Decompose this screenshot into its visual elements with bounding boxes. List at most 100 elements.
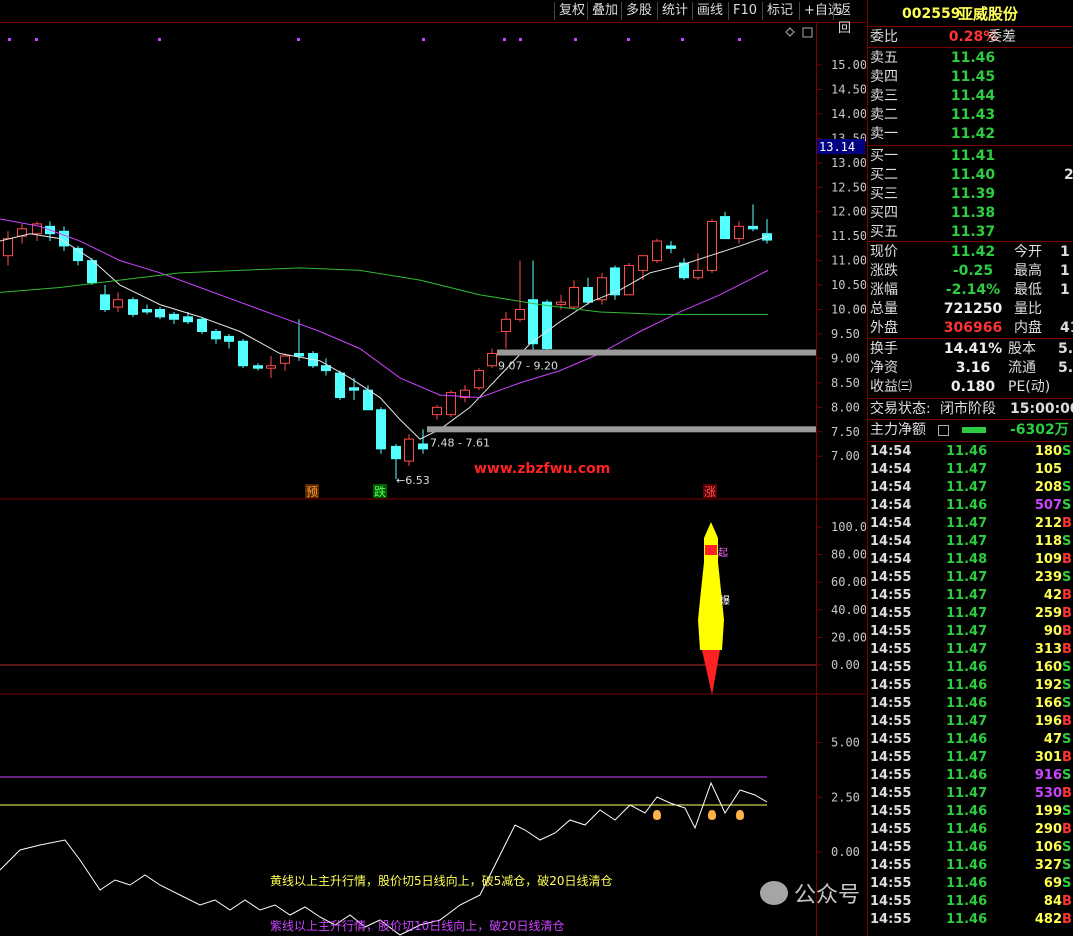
ask-row-3: 卖二 11.43 [870, 107, 996, 123]
signal-dot [574, 38, 577, 41]
toolbar-button-5[interactable]: F10 [728, 2, 761, 20]
rocket-label-qi: 起 [718, 547, 728, 559]
net-flow-row: 主力净额 -6302万 [870, 422, 1069, 438]
candle-body [542, 301, 552, 350]
candle-body [720, 216, 730, 240]
signal-dot [8, 38, 11, 41]
candle-body [294, 353, 304, 357]
toolbar-button-8[interactable]: 返回 [833, 2, 866, 36]
candle-body [183, 316, 193, 323]
price-tick-label: 8.00 [831, 400, 860, 414]
trade-row: 14:54 11.46 507 S [870, 498, 1072, 513]
candle-body [280, 355, 290, 364]
price-tick-label: 10.50 [831, 278, 866, 292]
signal-dot [519, 38, 522, 41]
net-flow-bar [962, 427, 986, 433]
stock-terminal: 复权 叠加 多股 统计 画线 F10 标记 +自选 返回 15.00 14.50 14.00 13.5… [0, 0, 1073, 936]
stat-row-1: 涨跌 -0.25 最高 1 [870, 263, 1070, 279]
ind1-tick-label: 0.00 [831, 658, 860, 672]
candle-body [197, 318, 207, 333]
candle-body [391, 445, 401, 460]
ind1-tick-label: 60.00 [831, 575, 866, 589]
price-tick-label: 10.00 [831, 303, 866, 317]
trade-row: 14:55 11.47 196 B [870, 714, 1072, 729]
diamond-icon[interactable] [785, 27, 795, 37]
bid-row-3: 买四 11.38 [870, 205, 996, 221]
range-label-1: 7.48 - 7.61 [430, 436, 490, 449]
toolbar-button-4[interactable]: 画线 [692, 2, 727, 20]
candle-body [224, 335, 234, 342]
rocket-indicator[interactable]: 100.0 80.00 60.00 40.00 20.00 0.00 起爆 [0, 500, 866, 695]
candle-body [113, 299, 123, 308]
panel-toggle-icon[interactable] [802, 27, 813, 38]
stat-row-4: 外盘306966内盘414 [870, 320, 1073, 336]
bid-row-1: 买二 11.40 2 [870, 167, 1073, 183]
candle-body [128, 299, 138, 315]
ma5-line [0, 233, 769, 440]
kline-chart[interactable]: 15.0014.5014.0013.5013.0012.5012.0011.50… [0, 22, 866, 500]
toolbar-button-6[interactable]: 标记 [762, 2, 797, 20]
toolbar-button-2[interactable]: 多股 [621, 2, 656, 20]
low-label: ←6.53 [396, 474, 430, 487]
trade-row: 14:55 11.46 47 S [870, 732, 1072, 747]
hand-icon [708, 810, 716, 820]
bid-row-4: 买五 11.37 [870, 224, 996, 240]
price-tick-label: 7.50 [831, 425, 860, 439]
price-tick-label: 8.50 [831, 376, 860, 390]
trend-indicator[interactable]: 10.007.505.002.500.00 [0, 695, 866, 936]
price-tick-label: 15.00 [831, 58, 866, 72]
trade-row: 14:55 11.46 69 S [870, 876, 1072, 891]
trade-row: 14:55 11.47 90 B [870, 624, 1072, 639]
candle-body [666, 245, 676, 249]
candle-body [569, 286, 579, 308]
price-tick-label: 12.00 [831, 205, 866, 219]
stat-row-3: 总量 721250 量比 [870, 301, 1042, 317]
candle-body [253, 365, 263, 369]
candle-body [266, 365, 276, 369]
signal-dot [422, 38, 425, 41]
stat-row-0: 现价 11.42 今开 1 [870, 244, 1070, 260]
doc-icon [938, 425, 949, 436]
candle-body [556, 301, 566, 306]
trade-row: 14:54 11.47 105 [870, 462, 1062, 477]
trade-row: 14:54 11.47 208 S [870, 480, 1072, 495]
candle-body [638, 255, 648, 271]
toolbar-button-0[interactable]: 复权 [554, 2, 589, 20]
toolbar-button-3[interactable]: 统计 [657, 2, 692, 20]
stat2-row-2: 收益㈢ 0.180 PE(动) [870, 379, 1051, 395]
candle-body [624, 264, 634, 296]
toolbar-button-1[interactable]: 叠加 [587, 2, 622, 20]
trade-row: 14:55 11.46 84 B [870, 894, 1072, 909]
rocket-label-bao: 爆 [720, 595, 730, 607]
price-tick-label: 14.00 [831, 107, 866, 121]
quote-panel: 002559 亚威股份 委比 0.28% 委差 卖五 11.46 卖四 11.45 卖三… [867, 0, 1073, 936]
stat2-row-0: 换手14.41%股本5.5 [870, 341, 1073, 357]
trade-row: 14:54 11.46 180 S [870, 444, 1072, 459]
rocket-body [698, 522, 724, 650]
trade-row: 14:55 11.46 160 S [870, 660, 1072, 675]
candle-body [87, 260, 97, 284]
current-price-tag: 13.14 [819, 140, 855, 154]
price-tick-label: 11.00 [831, 254, 866, 268]
ind2-tick-label: 2.50 [831, 790, 860, 804]
candle-body [474, 370, 484, 389]
trade-row: 14:55 11.46 482 B [870, 912, 1072, 927]
signal-marker: 跌 [374, 484, 386, 499]
trade-row: 14:55 11.47 239 S [870, 570, 1072, 585]
stat-row-2: 涨幅 -2.14% 最低 1 [870, 282, 1070, 298]
candle-body [238, 340, 248, 367]
candle-body [707, 220, 717, 271]
trade-row: 14:55 11.46 199 S [870, 804, 1072, 819]
signal-dot [627, 38, 630, 41]
range-label-2: 9.07 - 9.20 [498, 360, 558, 373]
trade-row: 14:55 11.47 42 B [870, 588, 1072, 603]
signal-dot [503, 38, 506, 41]
candle-body [404, 438, 414, 462]
ask-row-4: 卖一 11.42 [870, 126, 996, 142]
hand-icon [736, 810, 744, 820]
note-yellow: 黄线以上主升行情，股价切5日线向上，破5减仓，破20日线清仓 [270, 874, 613, 888]
signal-dot [738, 38, 741, 41]
trade-row: 14:55 11.47 259 B [870, 606, 1072, 621]
bid-row-2: 买三 11.39 [870, 186, 996, 202]
ask-row-2: 卖三 11.44 [870, 88, 996, 104]
